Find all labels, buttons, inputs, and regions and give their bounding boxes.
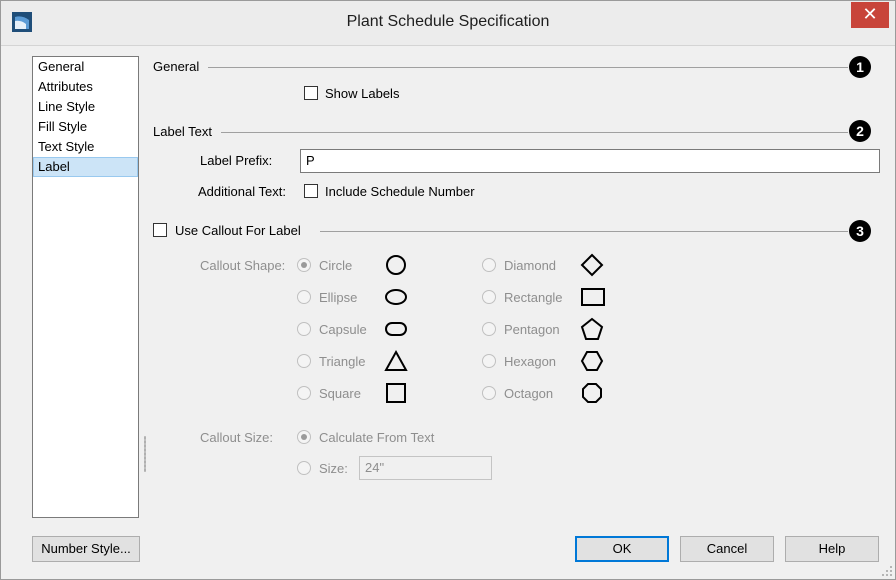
- sidebar-item-fill-style[interactable]: Fill Style: [33, 117, 138, 137]
- include-schedule-number-checkbox[interactable]: [304, 184, 318, 198]
- window-title: Plant Schedule Specification: [346, 13, 550, 30]
- calculate-from-text-label[interactable]: Calculate From Text: [319, 430, 434, 445]
- dialog-window: Plant Schedule Specification ✕ General A…: [0, 0, 896, 580]
- section-label-text-divider: [221, 132, 848, 133]
- shape-circle-label[interactable]: Circle: [319, 258, 352, 273]
- additional-text-label: Additional Text:: [198, 184, 286, 199]
- circle-icon: [386, 255, 406, 275]
- show-labels-label[interactable]: Show Labels: [325, 86, 399, 101]
- use-callout-label[interactable]: Use Callout For Label: [175, 223, 301, 238]
- shape-pentagon-label[interactable]: Pentagon: [504, 322, 560, 337]
- callout-badge-3: 3: [849, 220, 871, 242]
- radio-pentagon[interactable]: [482, 322, 496, 336]
- radio-calculate-from-text[interactable]: [297, 430, 311, 444]
- title-bar[interactable]: Plant Schedule Specification ✕: [1, 1, 895, 46]
- sidebar-item-label[interactable]: Label: [33, 157, 138, 177]
- ellipse-icon: [385, 289, 407, 305]
- size-input[interactable]: 24": [359, 456, 492, 480]
- section-label-text-title: Label Text: [153, 124, 213, 139]
- callout-shape-label: Callout Shape:: [200, 258, 286, 273]
- ok-button[interactable]: OK: [575, 536, 669, 562]
- radio-triangle[interactable]: [297, 354, 311, 368]
- sidebar-item-attributes[interactable]: Attributes: [33, 77, 138, 97]
- label-prefix-input[interactable]: P: [300, 149, 880, 173]
- panel-splitter[interactable]: [144, 436, 146, 472]
- cancel-button[interactable]: Cancel: [680, 536, 774, 562]
- shape-ellipse-label[interactable]: Ellipse: [319, 290, 357, 305]
- radio-square[interactable]: [297, 386, 311, 400]
- size-label[interactable]: Size:: [319, 461, 348, 476]
- shape-octagon-label[interactable]: Octagon: [504, 386, 553, 401]
- resize-grip-icon[interactable]: [882, 566, 892, 576]
- hexagon-icon: [580, 351, 604, 371]
- section-general-divider: [208, 67, 848, 68]
- radio-circle[interactable]: [297, 258, 311, 272]
- shape-triangle-label[interactable]: Triangle: [319, 354, 365, 369]
- include-schedule-number-label[interactable]: Include Schedule Number: [325, 184, 475, 199]
- section-callout-divider: [320, 231, 848, 232]
- shape-hexagon-label[interactable]: Hexagon: [504, 354, 556, 369]
- category-list[interactable]: General Attributes Line Style Fill Style…: [32, 56, 139, 518]
- radio-diamond[interactable]: [482, 258, 496, 272]
- callout-badge-1: 1: [849, 56, 871, 78]
- help-button[interactable]: Help: [785, 536, 879, 562]
- square-icon: [386, 383, 406, 403]
- radio-octagon[interactable]: [482, 386, 496, 400]
- radio-rectangle[interactable]: [482, 290, 496, 304]
- label-prefix-label: Label Prefix:: [200, 153, 273, 168]
- pentagon-icon: [580, 317, 604, 340]
- octagon-icon: [582, 383, 602, 403]
- callout-badge-2: 2: [849, 120, 871, 142]
- sidebar-item-general[interactable]: General: [33, 57, 138, 77]
- shape-square-label[interactable]: Square: [319, 386, 361, 401]
- section-general-title: General: [153, 59, 200, 74]
- sidebar-item-text-style[interactable]: Text Style: [33, 137, 138, 157]
- dialog-body: General Attributes Line Style Fill Style…: [10, 46, 887, 574]
- radio-size[interactable]: [297, 461, 311, 475]
- sidebar-item-line-style[interactable]: Line Style: [33, 97, 138, 117]
- shape-rectangle-label[interactable]: Rectangle: [504, 290, 563, 305]
- callout-size-label: Callout Size:: [200, 430, 273, 445]
- capsule-icon: [385, 322, 407, 336]
- radio-ellipse[interactable]: [297, 290, 311, 304]
- radio-hexagon[interactable]: [482, 354, 496, 368]
- radio-capsule[interactable]: [297, 322, 311, 336]
- triangle-icon: [384, 349, 408, 371]
- use-callout-checkbox[interactable]: [153, 223, 167, 237]
- shape-diamond-label[interactable]: Diamond: [504, 258, 556, 273]
- diamond-icon: [580, 253, 604, 277]
- shape-capsule-label[interactable]: Capsule: [319, 322, 367, 337]
- show-labels-checkbox[interactable]: [304, 86, 318, 100]
- rectangle-icon: [581, 288, 605, 306]
- number-style-button[interactable]: Number Style...: [32, 536, 140, 562]
- close-button[interactable]: ✕: [851, 2, 889, 28]
